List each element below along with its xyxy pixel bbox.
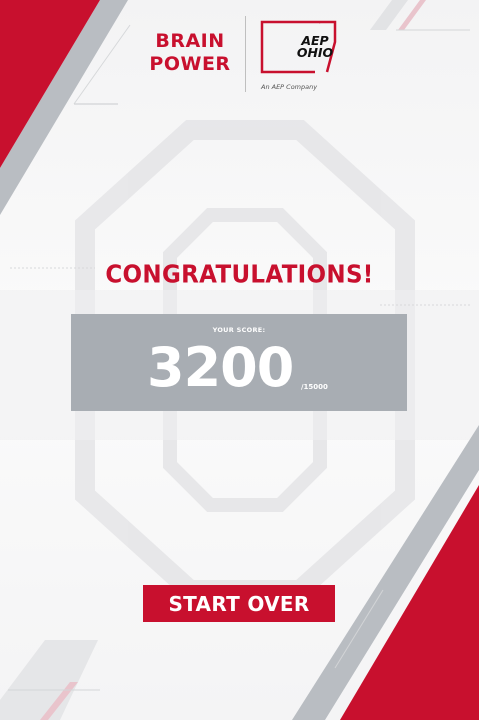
- score-panel: YOUR SCORE: 3200 /15000: [71, 314, 407, 411]
- score-value: 3200: [147, 336, 294, 399]
- partner-line-2: OHIO: [296, 45, 334, 60]
- congratulations-heading: CONGRATULATIONS!: [105, 260, 374, 290]
- aep-ohio-logo: AEP OHIO An AEP Company: [259, 18, 349, 94]
- partner-tagline: An AEP Company: [261, 83, 318, 91]
- score-max: /15000: [301, 383, 328, 391]
- brain-power-logo: BRAIN POWER: [142, 30, 238, 76]
- results-screen: BRAIN POWER AEP OHIO An AEP Company CONG…: [0, 0, 479, 720]
- score-label: YOUR SCORE:: [212, 326, 266, 334]
- logo-divider: [245, 16, 246, 92]
- brand-line-2: POWER: [149, 53, 231, 75]
- start-over-button[interactable]: START OVER: [143, 585, 335, 622]
- brand-line-1: BRAIN: [155, 30, 225, 52]
